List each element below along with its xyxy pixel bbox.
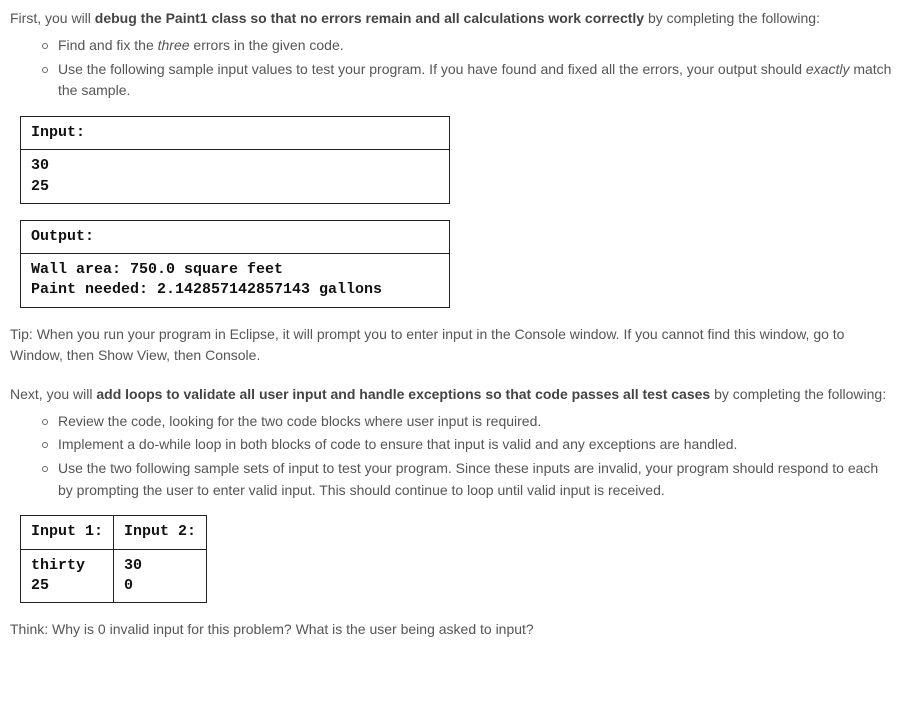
intro-suffix: by completing the following: bbox=[644, 10, 820, 26]
bullet-text: Use the following sample input values to… bbox=[58, 61, 806, 77]
input2-header: Input 2: bbox=[114, 516, 207, 549]
bullet-italic: three bbox=[158, 37, 190, 53]
first-bullet-list: Find and fix the three errors in the giv… bbox=[10, 35, 896, 102]
bullet-italic: exactly bbox=[806, 61, 850, 77]
tip-paragraph: Tip: When you run your program in Eclips… bbox=[10, 324, 896, 366]
intro-bold: debug the Paint1 class so that no errors… bbox=[95, 10, 644, 26]
next-suffix: by completing the following: bbox=[710, 386, 886, 402]
bullet-text: errors in the given code. bbox=[190, 37, 344, 53]
next-paragraph: Next, you will add loops to validate all… bbox=[10, 384, 896, 405]
output-header: Output: bbox=[21, 220, 450, 253]
input-body: 30 25 bbox=[21, 150, 450, 204]
bullet-item: Use the following sample input values to… bbox=[42, 59, 896, 102]
bullet-item: Use the two following sample sets of inp… bbox=[42, 458, 896, 501]
think-paragraph: Think: Why is 0 invalid input for this p… bbox=[10, 619, 896, 640]
input-table: Input: 30 25 bbox=[20, 116, 450, 204]
second-bullet-list: Review the code, looking for the two cod… bbox=[10, 411, 896, 502]
input2-body: 30 0 bbox=[114, 549, 207, 603]
input1-header: Input 1: bbox=[21, 516, 114, 549]
bullet-item: Review the code, looking for the two cod… bbox=[42, 411, 896, 433]
input-header: Input: bbox=[21, 117, 450, 150]
bullet-item: Find and fix the three errors in the giv… bbox=[42, 35, 896, 57]
intro-prefix: First, you will bbox=[10, 10, 95, 26]
bullet-text: Use the two following sample sets of inp… bbox=[58, 460, 878, 498]
intro-paragraph: First, you will debug the Paint1 class s… bbox=[10, 8, 896, 29]
next-bold: add loops to validate all user input and… bbox=[96, 386, 710, 402]
bullet-text: Find and fix the bbox=[58, 37, 158, 53]
input1-body: thirty 25 bbox=[21, 549, 114, 603]
bullet-text: Implement a do-while loop in both blocks… bbox=[58, 436, 737, 452]
output-table: Output: Wall area: 750.0 square feet Pai… bbox=[20, 220, 450, 308]
bullet-item: Implement a do-while loop in both blocks… bbox=[42, 434, 896, 456]
next-prefix: Next, you will bbox=[10, 386, 96, 402]
invalid-input-table: Input 1: Input 2: thirty 25 30 0 bbox=[20, 515, 207, 603]
bullet-text: Review the code, looking for the two cod… bbox=[58, 413, 541, 429]
output-body: Wall area: 750.0 square feet Paint neede… bbox=[21, 254, 450, 308]
